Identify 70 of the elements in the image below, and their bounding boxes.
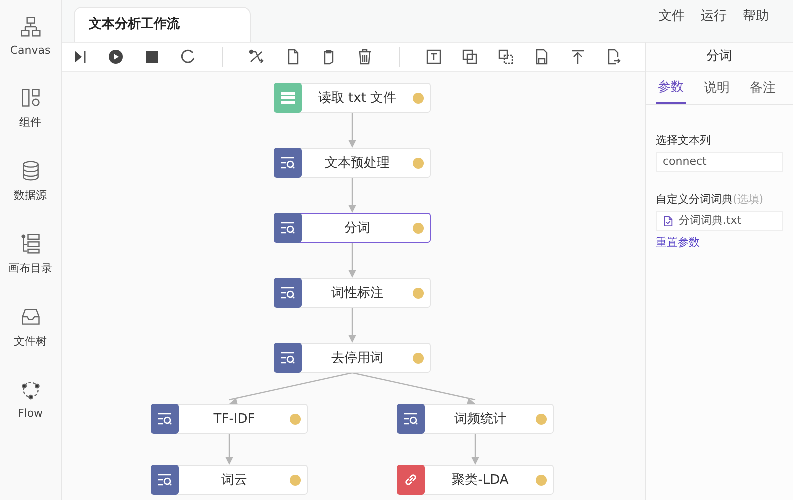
list-search-icon bbox=[280, 220, 296, 236]
workflow-node[interactable]: 文本预处理 bbox=[274, 148, 431, 178]
panel-title: 分词 bbox=[646, 43, 793, 72]
workflow-node[interactable]: 词云 bbox=[151, 465, 308, 495]
sidebar-label[interactable]: 组件 bbox=[20, 115, 42, 130]
status-dot bbox=[536, 474, 547, 486]
connector-arrow bbox=[348, 113, 356, 148]
status-dot bbox=[413, 222, 424, 234]
refresh-icon[interactable] bbox=[180, 49, 196, 65]
list-search-icon bbox=[280, 155, 296, 171]
catalog-icon[interactable] bbox=[20, 233, 42, 255]
workflow-node[interactable]: 词频统计 bbox=[397, 404, 554, 434]
file-icon bbox=[663, 216, 674, 226]
connector-arrow bbox=[348, 308, 356, 343]
group-icon[interactable] bbox=[462, 49, 478, 65]
delete-icon[interactable] bbox=[357, 49, 373, 65]
status-dot bbox=[413, 158, 424, 168]
panel-tab[interactable]: 说明 bbox=[702, 72, 732, 104]
workflow-node[interactable]: TF-IDF bbox=[151, 404, 308, 434]
input-field[interactable]: connect bbox=[656, 152, 783, 172]
reset-link[interactable]: 重置参数 bbox=[656, 235, 783, 250]
sidebar-label[interactable]: Flow bbox=[18, 407, 44, 420]
workflow-node[interactable]: 去停用词 bbox=[274, 343, 431, 373]
connector-arrow bbox=[226, 434, 234, 465]
ungroup-icon[interactable] bbox=[498, 49, 514, 65]
components-icon[interactable] bbox=[20, 87, 42, 109]
sidebar-label[interactable]: 画布目录 bbox=[8, 261, 52, 276]
list-search-icon bbox=[280, 285, 296, 301]
status-dot bbox=[536, 414, 547, 424]
menu-item[interactable]: 文件 bbox=[659, 3, 685, 25]
status-dot bbox=[290, 474, 301, 486]
link-icon bbox=[403, 472, 419, 488]
step-icon[interactable] bbox=[72, 49, 88, 65]
workflow-node[interactable]: 读取 txt 文件 bbox=[274, 83, 431, 113]
list-search-icon bbox=[280, 350, 296, 366]
workflow-node[interactable]: 分词 bbox=[274, 213, 431, 243]
connector-arrow bbox=[472, 434, 480, 465]
stop-icon[interactable] bbox=[144, 49, 160, 65]
menu-item[interactable]: 运行 bbox=[701, 3, 727, 25]
sidebar-label[interactable]: Canvas bbox=[10, 44, 51, 57]
flow-icon[interactable] bbox=[20, 379, 42, 401]
menu-item[interactable]: 帮助 bbox=[743, 3, 769, 25]
status-dot bbox=[413, 92, 424, 104]
field-label: 自定义分词词典(选填) bbox=[656, 192, 765, 207]
field-label: 选择文本列 bbox=[656, 133, 712, 148]
sidebar-label[interactable]: 文件树 bbox=[14, 334, 47, 349]
sidebar-label[interactable]: 数据源 bbox=[14, 188, 47, 203]
save-icon[interactable] bbox=[534, 49, 550, 65]
document-tab[interactable]: 文本分析工作流 bbox=[74, 7, 251, 42]
canvas-icon[interactable] bbox=[20, 16, 42, 38]
status-dot bbox=[413, 288, 424, 298]
list-search-icon bbox=[157, 411, 173, 427]
workflow-node[interactable]: 词性标注 bbox=[274, 278, 431, 308]
inbox-icon[interactable] bbox=[20, 306, 42, 328]
list-search-icon bbox=[157, 472, 173, 488]
workflow-node[interactable]: 聚类-LDA bbox=[397, 465, 554, 495]
text-icon[interactable] bbox=[426, 49, 442, 65]
connector-arrow bbox=[348, 243, 356, 278]
status-dot bbox=[290, 414, 301, 424]
status-dot bbox=[413, 352, 424, 364]
panel-tab[interactable]: 备注 bbox=[748, 72, 778, 104]
connect-icon[interactable] bbox=[249, 49, 265, 65]
panel-tab[interactable]: 参数 bbox=[656, 72, 686, 104]
export-icon[interactable] bbox=[606, 49, 622, 65]
top-icon[interactable] bbox=[570, 49, 586, 65]
table-icon bbox=[280, 90, 296, 106]
file-field[interactable]: 分词词典.txt bbox=[656, 211, 783, 231]
run-icon[interactable] bbox=[108, 49, 124, 65]
list-search-icon bbox=[403, 411, 419, 427]
connector-arrow bbox=[348, 178, 356, 213]
